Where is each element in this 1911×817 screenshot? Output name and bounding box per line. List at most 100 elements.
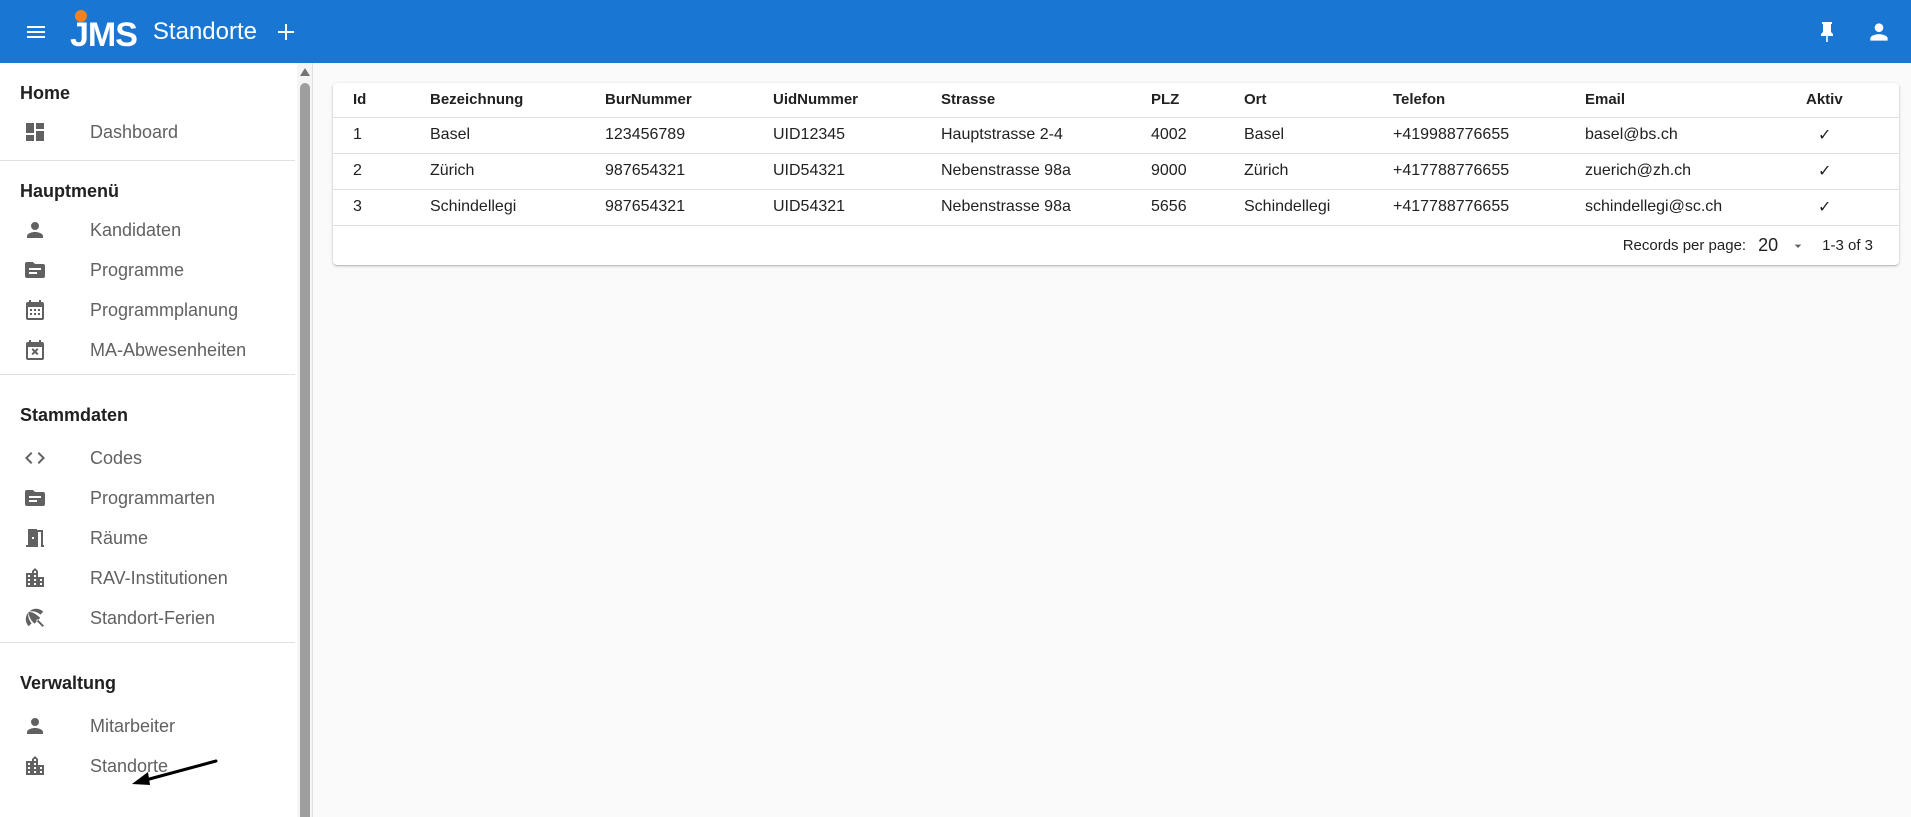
sidebar-item-label: Codes <box>90 447 143 468</box>
sidebar-scrollbar[interactable] <box>297 63 312 817</box>
column-header-ort[interactable]: Ort <box>1224 83 1373 118</box>
cell-burnummer: 987654321 <box>585 189 753 226</box>
umbrella-icon <box>20 603 50 633</box>
logo-text: JMS <box>70 15 138 54</box>
account-icon[interactable] <box>1859 12 1899 52</box>
sidebar-item-standort-ferien[interactable]: Standort-Ferien <box>0 598 295 638</box>
sidebar-item-ma-abwesenheiten[interactable]: MA-Abwesenheiten <box>0 330 295 370</box>
sidebar-item-label: Räume <box>90 527 149 548</box>
column-header-id[interactable]: Id <box>333 83 410 118</box>
cell-burnummer: 123456789 <box>585 117 753 154</box>
sidebar-item-label: Programme <box>90 259 185 280</box>
sidebar-item-kandidaten[interactable]: Kandidaten <box>0 210 295 250</box>
cell-uidnummer: UID12345 <box>753 117 921 154</box>
table-row[interactable]: 2 Zürich 987654321 UID54321 Nebenstrasse… <box>333 153 1899 190</box>
sidebar-item-label: Standort-Ferien <box>90 607 216 628</box>
records-per-page-label: Records per page: <box>1622 237 1747 254</box>
calendar-remove-icon <box>20 335 50 365</box>
menu-icon[interactable] <box>18 14 54 50</box>
cell-ort: Schindellegi <box>1224 189 1373 226</box>
table-pagination: Records per page: 20 1-3 of 3 <box>333 226 1899 266</box>
cell-id: 3 <box>333 189 410 226</box>
sidebar-item-programmplanung[interactable]: Programmplanung <box>0 290 295 330</box>
cell-plz: 9000 <box>1131 153 1224 190</box>
sidebar-item-label: Programmarten <box>90 487 216 508</box>
pagination-range: 1-3 of 3 <box>1822 237 1873 254</box>
section-title-verwaltung: Verwaltung <box>20 673 117 693</box>
cell-uidnummer: UID54321 <box>753 153 921 190</box>
logo-dot <box>75 9 87 22</box>
column-header-aktiv[interactable]: Aktiv <box>1786 83 1899 118</box>
column-header-uidnummer[interactable]: UidNummer <box>753 83 921 118</box>
sidebar-item-label: MA-Abwesenheiten <box>90 339 247 360</box>
cell-bezeichnung: Zürich <box>410 153 585 190</box>
door-icon <box>20 523 50 553</box>
cell-ort: Zürich <box>1224 153 1373 190</box>
dashboard-icon <box>20 117 50 147</box>
cell-strasse: Nebenstrasse 98a <box>921 189 1131 226</box>
cell-burnummer: 987654321 <box>585 153 753 190</box>
calendar-icon <box>20 295 50 325</box>
annotation-arrow-icon <box>132 759 218 785</box>
standorte-table: Id Bezeichnung BurNummer UidNummer Stras… <box>333 83 1899 226</box>
sidebar-item-codes[interactable]: Codes <box>0 438 295 478</box>
cell-telefon: +419988776655 <box>1373 117 1565 154</box>
person-icon <box>20 215 50 245</box>
cell-ort: Basel <box>1224 117 1373 154</box>
sidebar-item-raeume[interactable]: Räume <box>0 518 295 558</box>
sidebar-item-label: Kandidaten <box>90 219 182 240</box>
cell-id: 1 <box>333 117 410 154</box>
records-per-page-value[interactable]: 20 <box>1758 235 1778 256</box>
cell-id: 2 <box>333 153 410 190</box>
column-header-bezeichnung[interactable]: Bezeichnung <box>410 83 585 118</box>
person-icon <box>20 711 50 741</box>
column-header-email[interactable]: Email <box>1565 83 1786 118</box>
cell-uidnummer: UID54321 <box>753 189 921 226</box>
cell-aktiv-check: ✓ <box>1786 117 1899 154</box>
sidebar-item-label: Dashboard <box>90 121 179 142</box>
folder-icon <box>20 255 50 285</box>
table-row[interactable]: 3 Schindellegi 987654321 UID54321 Nebens… <box>333 189 1899 226</box>
data-table-card: Id Bezeichnung BurNummer UidNummer Stras… <box>333 83 1899 265</box>
column-header-telefon[interactable]: Telefon <box>1373 83 1565 118</box>
building-icon <box>20 751 50 781</box>
cell-strasse: Hauptstrasse 2-4 <box>921 117 1131 154</box>
pin-icon[interactable] <box>1807 12 1847 52</box>
cell-plz: 5656 <box>1131 189 1224 226</box>
cell-bezeichnung: Basel <box>410 117 585 154</box>
table-row[interactable]: 1 Basel 123456789 UID12345 Hauptstrasse … <box>333 117 1899 154</box>
sidebar-item-rav-institutionen[interactable]: RAV-Institutionen <box>0 558 295 598</box>
sidebar-item-programme[interactable]: Programme <box>0 250 295 290</box>
sidebar: Home Dashboard Hauptmenü Kandidaten Prog… <box>0 63 313 817</box>
cell-aktiv-check: ✓ <box>1786 153 1899 190</box>
sidebar-item-mitarbeiter[interactable]: Mitarbeiter <box>0 706 295 746</box>
table-header-row: Id Bezeichnung BurNummer UidNummer Stras… <box>333 83 1899 118</box>
section-title-home: Home <box>20 83 71 103</box>
column-header-strasse[interactable]: Strasse <box>921 83 1131 118</box>
cell-aktiv-check: ✓ <box>1786 189 1899 226</box>
column-header-plz[interactable]: PLZ <box>1131 83 1224 118</box>
sidebar-item-label: Programmplanung <box>90 299 239 320</box>
scrollbar-thumb[interactable] <box>300 83 310 817</box>
cell-telefon: +417788776655 <box>1373 153 1565 190</box>
sidebar-item-dashboard[interactable]: Dashboard <box>0 112 295 152</box>
app-bar: JMS Standorte <box>0 0 1911 63</box>
code-icon <box>20 443 50 473</box>
folder-icon <box>20 483 50 513</box>
chevron-down-icon[interactable] <box>1786 234 1810 258</box>
sidebar-item-label: RAV-Institutionen <box>90 567 228 588</box>
cell-email: zuerich@zh.ch <box>1565 153 1786 190</box>
column-header-burnummer[interactable]: BurNummer <box>585 83 753 118</box>
cell-strasse: Nebenstrasse 98a <box>921 153 1131 190</box>
cell-plz: 4002 <box>1131 117 1224 154</box>
app-logo: JMS <box>70 9 138 54</box>
cell-email: basel@bs.ch <box>1565 117 1786 154</box>
section-title-hauptmenu: Hauptmenü <box>20 181 119 201</box>
cell-bezeichnung: Schindellegi <box>410 189 585 226</box>
scroll-up-icon[interactable] <box>300 68 310 76</box>
add-icon[interactable] <box>271 17 301 47</box>
sidebar-item-label: Mitarbeiter <box>90 715 176 736</box>
sidebar-item-programmarten[interactable]: Programmarten <box>0 478 295 518</box>
cell-telefon: +417788776655 <box>1373 189 1565 226</box>
page-title: Standorte <box>152 17 257 45</box>
